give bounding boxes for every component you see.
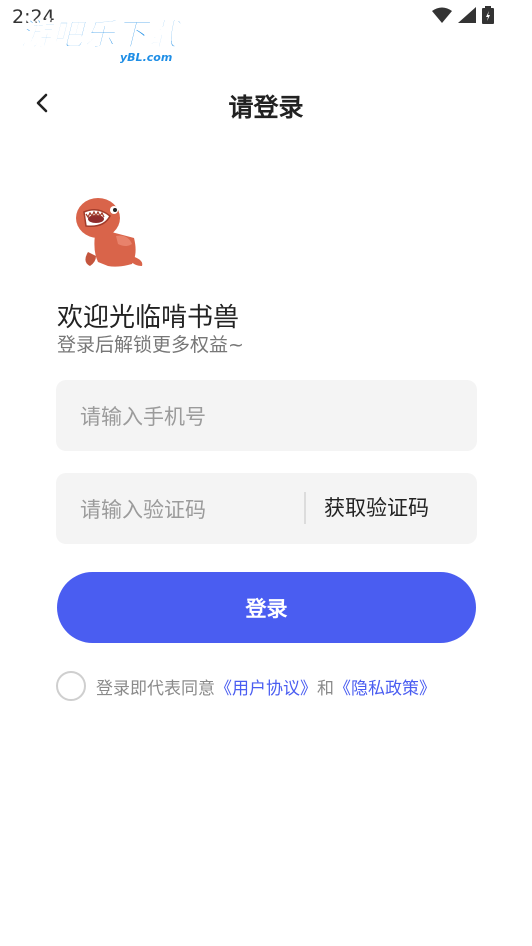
- page-title: 请登录: [228, 93, 304, 122]
- signal-icon: [458, 7, 476, 23]
- get-code-button[interactable]: 获取验证码: [324, 492, 429, 522]
- user-agreement-link[interactable]: 《用户协议》: [215, 679, 317, 699]
- agreement-row: 登录即代表同意《用户协议》和《隐私政策》: [56, 671, 436, 701]
- code-field: 获取验证码: [56, 473, 477, 546]
- login-button[interactable]: 登录: [57, 572, 476, 643]
- watermark-logo: 游吧乐下载 yBL.com: [20, 18, 190, 68]
- agreement-text: 登录即代表同意《用户协议》和《隐私政策》: [96, 674, 436, 699]
- verification-code-input[interactable]: [78, 473, 292, 546]
- battery-icon: [482, 6, 494, 24]
- welcome-subtitle: 登录后解锁更多权益~: [57, 334, 244, 356]
- agreement-checkbox[interactable]: [56, 671, 86, 701]
- agreement-prefix: 登录即代表同意: [96, 678, 215, 699]
- privacy-policy-link[interactable]: 《隐私政策》: [334, 679, 436, 699]
- status-icons: [432, 6, 494, 24]
- watermark-text: 游吧乐下载: [20, 17, 180, 53]
- phone-field: [56, 380, 477, 453]
- dinosaur-mascot-icon: [76, 198, 143, 267]
- phone-input[interactable]: [78, 380, 462, 453]
- divider: [304, 492, 306, 524]
- agreement-conjunction: 和: [317, 678, 334, 699]
- watermark-domain: yBL.com: [120, 51, 173, 64]
- welcome-title: 欢迎光临啃书兽: [57, 303, 240, 333]
- wifi-icon: [432, 7, 452, 23]
